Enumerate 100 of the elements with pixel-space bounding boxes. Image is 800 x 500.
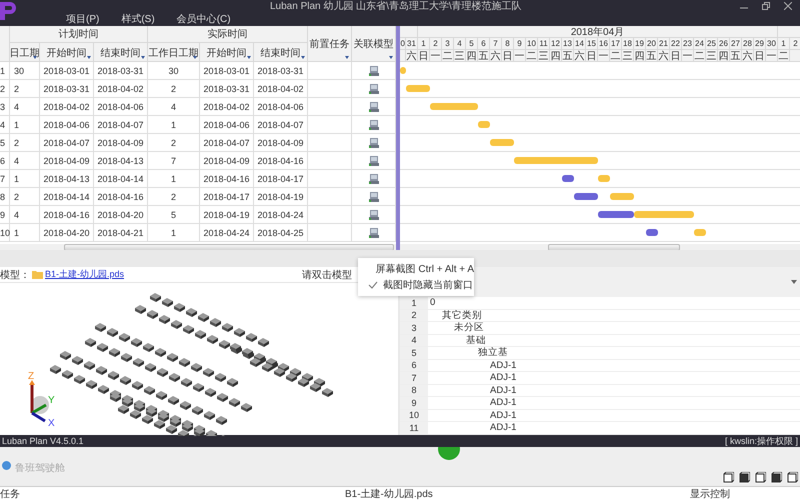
weekday-label: 四 <box>634 50 644 61</box>
axis-icon[interactable] <box>29 380 49 422</box>
column-header[interactable]: 结束时间 <box>94 43 148 62</box>
column-header[interactable]: 前置任务 <box>308 26 352 62</box>
model-icon[interactable] <box>368 66 378 76</box>
column-group-header: 实际时间 <box>148 26 308 43</box>
model-icon[interactable] <box>368 210 378 220</box>
menu-item[interactable]: 样式(S) <box>121 12 155 26</box>
context-menu-item[interactable]: 截图时隐藏当前窗口 <box>358 277 474 293</box>
tree-item[interactable]: 基础 <box>466 334 486 346</box>
table-cell: 2018-04-06 <box>94 98 148 115</box>
tree-item[interactable]: 其它类别 <box>442 310 482 322</box>
filter-icon[interactable] <box>301 56 305 59</box>
panel-tab[interactable]: 显示控制 <box>690 487 730 500</box>
panel-tab[interactable]: 任务 <box>0 487 345 500</box>
weekday-label: 三 <box>622 50 632 61</box>
day-number: 18 <box>623 39 632 48</box>
table-cell: 2 <box>10 188 40 205</box>
filter-icon[interactable] <box>87 56 91 59</box>
model-icon[interactable] <box>368 120 378 130</box>
weekday-label: 一 <box>766 50 776 61</box>
model-icon[interactable] <box>368 84 378 94</box>
table-cell: 2018-03-31 <box>254 62 308 79</box>
column-header[interactable]: 结束时间 <box>254 43 308 62</box>
planned-bar[interactable] <box>598 211 634 218</box>
weekday-label: 日 <box>418 50 428 61</box>
weekday-label: 四 <box>550 50 560 61</box>
tree-item[interactable]: ADJ-1 <box>490 397 516 408</box>
table-cell: 2018-04-06 <box>254 98 308 115</box>
restore-icon[interactable] <box>762 2 770 10</box>
view-cube-icon[interactable] <box>771 472 782 483</box>
day-number: 11 <box>539 39 548 48</box>
table-cell: 2018-04-13 <box>40 170 94 187</box>
tree-item[interactable]: ADJ-1 <box>490 372 516 384</box>
column-header[interactable]: 开始时间 <box>40 43 94 62</box>
day-number: 25 <box>707 39 716 48</box>
weekday-label: 五 <box>646 50 656 61</box>
panel-tab[interactable]: B1-土建-幼儿园.pds <box>345 487 690 500</box>
model-icon[interactable] <box>368 156 378 166</box>
tree-item[interactable]: ADJ-1 <box>490 360 516 371</box>
model-icon[interactable] <box>368 102 378 112</box>
view-cube-icon[interactable] <box>723 472 734 483</box>
tree-item[interactable]: ADJ-1 <box>490 422 516 434</box>
day-number: 12 <box>551 39 560 48</box>
table-cell: 4 <box>10 98 40 115</box>
axis-label: Z <box>28 371 34 382</box>
view-cube-icon[interactable] <box>755 472 766 483</box>
dropdown-icon[interactable] <box>791 280 797 284</box>
context-menu-item[interactable]: 屏幕截图 Ctrl + Alt + A <box>358 261 474 277</box>
table-cell: 2018-04-16 <box>40 206 94 223</box>
tree-item[interactable]: ADJ-1 <box>490 410 516 421</box>
tree-item[interactable]: ADJ-1 <box>490 384 516 396</box>
filter-icon[interactable] <box>389 56 393 59</box>
day-number: 13 <box>563 39 572 48</box>
menu-item[interactable]: 会员中心(C) <box>176 12 231 26</box>
filter-icon[interactable] <box>345 56 349 59</box>
close-icon[interactable] <box>784 2 792 10</box>
day-number: 5 <box>469 39 474 48</box>
table-cell: 2018-04-02 <box>94 80 148 97</box>
column-header[interactable]: 日工期 <box>10 43 40 62</box>
planned-bar[interactable] <box>574 193 598 200</box>
weekday-label: 六 <box>658 50 668 61</box>
weekday-label: 六 <box>574 50 584 61</box>
column-header[interactable]: 工作日工期 <box>148 43 200 62</box>
tree-item[interactable]: 0 <box>430 297 436 308</box>
menu-item[interactable]: 项目(P) <box>66 12 100 26</box>
planned-bar[interactable] <box>646 229 658 236</box>
filter-icon[interactable] <box>247 56 251 59</box>
table-cell: 1 <box>10 170 40 187</box>
row-number: 10 <box>400 410 428 421</box>
table-cell: 2018-04-14 <box>40 188 94 205</box>
filter-icon[interactable] <box>33 56 37 59</box>
view-cube-icon[interactable] <box>739 472 750 483</box>
model-icon[interactable] <box>368 228 378 238</box>
column-header[interactable]: 开始时间 <box>200 43 254 62</box>
tree-item[interactable]: 未分区 <box>454 322 484 334</box>
view-cube-icon[interactable] <box>787 472 798 483</box>
day-number: 2 <box>433 39 438 48</box>
hint-text: 请双击模型 <box>302 268 352 282</box>
file-link[interactable]: B1-土建-幼儿园.pds <box>45 268 124 281</box>
table-cell: 1 <box>148 116 200 133</box>
weekday-label: 四 <box>466 50 476 61</box>
table-cell: 2018-04-09 <box>200 152 254 169</box>
day-number: 1 <box>781 39 786 48</box>
day-number: 29 <box>755 39 764 48</box>
model-icon[interactable] <box>368 192 378 202</box>
model-icon[interactable] <box>368 174 378 184</box>
filter-icon[interactable] <box>193 56 197 59</box>
day-number: 3 <box>445 39 450 48</box>
table-cell: 2018-04-07 <box>254 116 308 133</box>
filter-icon[interactable] <box>141 56 145 59</box>
scrollbar-thumb[interactable] <box>548 244 680 250</box>
scrollbar-thumb[interactable] <box>64 244 394 250</box>
table-cell: 2 <box>10 80 40 97</box>
day-number: 30 <box>767 39 776 48</box>
day-number: 22 <box>671 39 680 48</box>
tree-item[interactable]: 独立基 <box>478 347 508 359</box>
model-icon[interactable] <box>368 138 378 148</box>
planned-bar[interactable] <box>562 175 574 182</box>
day-number: 24 <box>695 39 704 48</box>
